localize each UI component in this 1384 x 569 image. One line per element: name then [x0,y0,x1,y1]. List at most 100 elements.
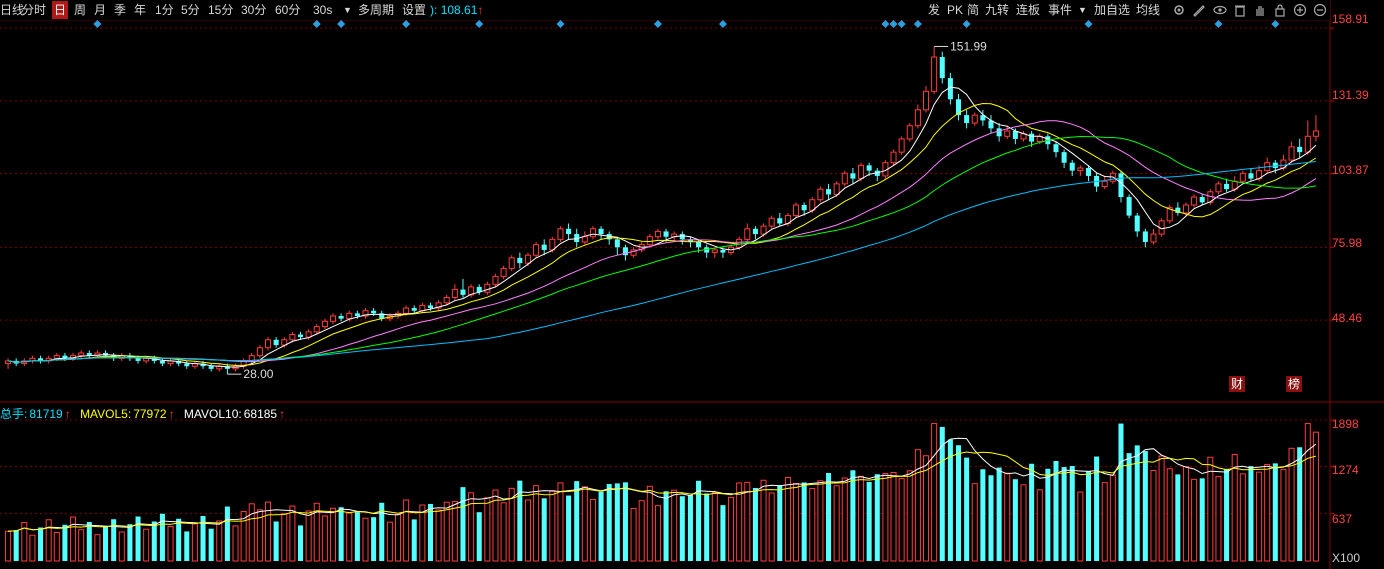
hand-icon[interactable] [1253,3,1267,17]
zoom-out-icon[interactable] [1313,3,1327,17]
volume-bar-up [29,534,36,562]
candle-body-down [159,360,165,364]
candle-body-up [654,230,661,238]
finance-badge[interactable]: 财 [1229,376,1245,392]
volume-bar-up [1312,431,1319,562]
add-watchlist-button[interactable]: 加自选 [1094,1,1130,19]
candle-body-down [1199,197,1205,203]
period-quarter[interactable]: 季 [114,1,126,19]
ma-line-button[interactable]: 均线 [1136,1,1160,19]
pk-button[interactable]: PK [947,1,963,19]
candle-body-up [833,183,840,195]
volume-bar-up [216,520,223,562]
mavol10-value: 68185 [243,407,278,421]
candle-body-up [321,320,328,328]
ma10-line [8,102,1317,366]
multi-period-button[interactable]: 多周期 [358,1,394,19]
volume-bar-up [321,515,328,562]
volume-bar-down [606,484,612,561]
candle-body-up [890,151,897,164]
candle-body-down [1069,162,1075,171]
price-readout-prefix: ): [430,3,438,17]
total-volume-value: 81719 [29,407,63,421]
volume-bar-up [1239,473,1246,562]
volume-unit-label: X100 [1332,551,1361,565]
lock-icon[interactable] [1273,3,1287,17]
volume-bar-up [890,472,897,562]
volume-bar-down [1053,461,1059,561]
period-60min[interactable]: 60分 [275,1,300,19]
candle-body-down [135,358,141,361]
volume-bar-up [711,491,718,562]
event-diamond-icon [402,20,411,28]
event-diamond-icon [556,20,565,28]
up-arrow-icon: ↑ [477,3,484,17]
volume-bar-down [354,512,360,561]
candle-body-up [760,225,767,235]
period-1min[interactable]: 1分 [155,1,174,19]
candle-body-down [1297,146,1303,153]
candle-body-up [646,236,653,246]
delete-icon[interactable] [1233,3,1247,17]
volume-bar-up [1166,468,1173,562]
candle-body-up [1312,130,1319,137]
zoom-in-icon[interactable] [1293,3,1307,17]
eye-icon[interactable] [1213,3,1227,17]
volume-bar-up [289,505,296,562]
volume-bar-down [1272,463,1278,561]
simple-button[interactable]: 简 [967,1,979,19]
chevron-down-icon[interactable]: ▼ [1078,1,1087,19]
candle-body-down [427,305,433,309]
volume-bar-up [882,473,889,562]
candle-body-up [346,312,353,320]
period-5min[interactable]: 5分 [181,1,200,19]
price-axis-label: 131.39 [1332,88,1369,102]
volume-bar-down [541,498,547,561]
period-30min[interactable]: 30分 [241,1,266,19]
settings-button[interactable]: 设置 [402,1,426,19]
candle-body-up [443,297,450,304]
candle-body-down [801,205,807,211]
volume-bar-up [403,499,410,562]
ranking-badge[interactable]: 榜 [1286,376,1302,392]
volume-bar-up [768,492,775,562]
volume-bar-up [971,483,978,562]
mavol10-label: MAVOL10: [183,407,242,421]
period-30s[interactable]: 30s [313,1,332,19]
period-day[interactable]: 日 [52,1,69,19]
limit-board-button[interactable]: 连板 [1016,1,1040,19]
fa-button[interactable]: 发 [928,1,940,19]
volume-bar-down [720,505,726,561]
volume-bar-up [549,490,556,562]
draw-icon[interactable] [1192,3,1206,17]
volume-bar-up [500,502,507,562]
period-year[interactable]: 年 [134,1,146,19]
period-week[interactable]: 周 [74,1,86,19]
nine-turn-button[interactable]: 九转 [985,1,1009,19]
volume-bar-down [208,528,214,561]
candle-body-down [541,244,547,250]
candle-body-up [589,228,596,238]
volume-bar-up [1109,474,1116,562]
event-button[interactable]: 事件 [1048,1,1072,19]
period-intraday[interactable]: 分时 [22,1,46,19]
period-15min[interactable]: 15分 [208,1,233,19]
settings-icon[interactable] [1172,3,1186,17]
period-month[interactable]: 月 [94,1,106,19]
event-diamond-icon [1271,20,1280,28]
low-price-label: 28.00 [243,367,273,381]
price-readout: ): 108.61↑ [430,1,483,19]
period-daily-line[interactable]: 日线 [0,1,24,19]
chevron-down-icon[interactable]: ▼ [343,1,352,19]
volume-bar-up [898,478,905,562]
candle-body-down [752,228,758,235]
volume-bar-down [38,527,44,561]
period-toolbar: 日线 分时 日 周 月 季 年 1分 5分 15分 30分 60分 30s ▼ … [0,0,1330,20]
volume-bar-down [752,487,758,561]
candle-body-up [768,217,775,227]
candle-body-down [338,316,344,319]
event-diamond-icon [1084,20,1093,28]
volume-bar-up [443,501,450,562]
volume-bar-down [62,524,68,561]
kline-chart[interactable]: 151.99 28.00 [0,0,1384,569]
